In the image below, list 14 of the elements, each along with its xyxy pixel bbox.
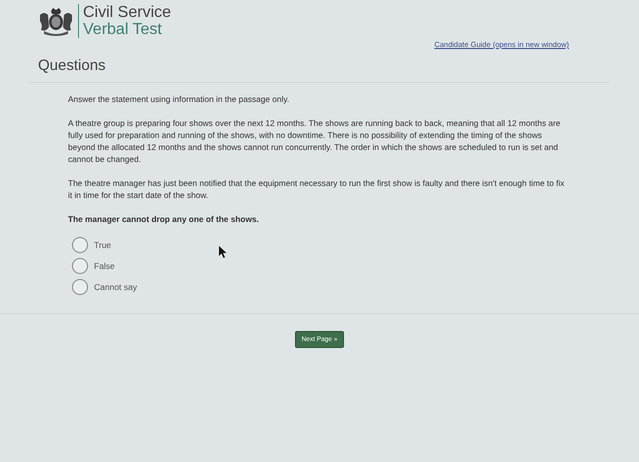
radio-button[interactable] [72,237,88,253]
option-label[interactable]: False [94,261,115,271]
statement-text: The manager cannot drop any one of the shows. [68,213,260,225]
section-title: Questions [37,56,107,74]
passage-paragraph: A theatre group is preparing four shows over the next 12 months. The shows are running back to back, meaning that all 12 months are fully used for preparation and running of the shows, with no downtime. There is no possibility of extending the timing of the shows beyond the allocated 12 months and the shows cannot run concurrently. The order in which the shows are scheduled to run is set and cannot be changed. [68,117,562,165]
mouse-cursor-icon [218,245,228,259]
radio-button[interactable] [72,279,88,295]
instruction-text: Answer the statement using information in the passage only. [68,93,290,105]
option-label[interactable]: True [94,240,112,250]
brand-subtitle: Verbal Test [83,21,163,38]
brand-title: Civil Service [83,4,172,21]
passage-paragraph: The theatre manager has just been notified that the equipment necessary to run the first show is faulty and there isn't enough time to fix it in time for the start date of the show. [68,177,566,201]
option-label[interactable]: Cannot say [94,282,137,292]
radio-button[interactable] [72,258,88,274]
